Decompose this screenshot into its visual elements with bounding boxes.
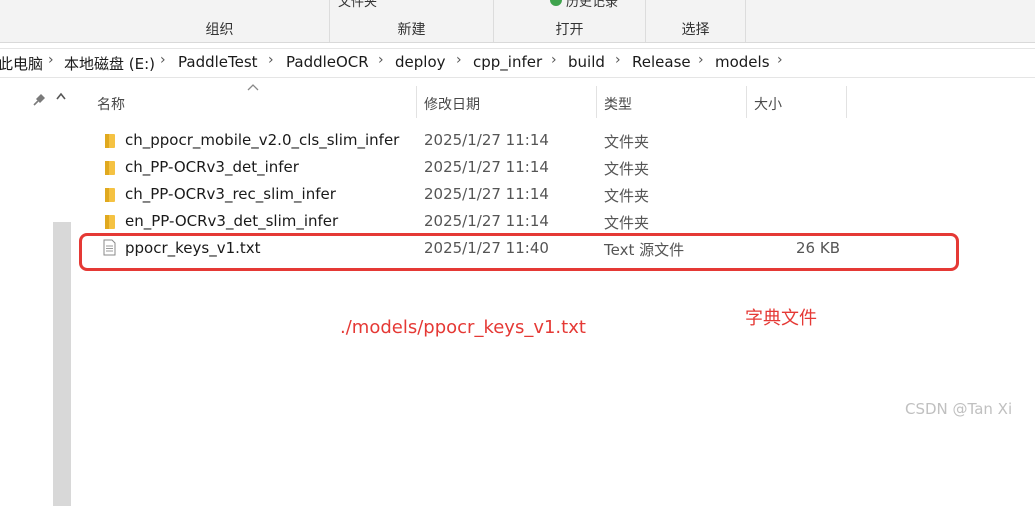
column-divider[interactable] — [596, 86, 597, 118]
breadcrumb-paddleocr[interactable]: PaddleOCR — [286, 53, 369, 71]
file-date: 2025/1/27 11:14 — [424, 212, 549, 230]
ribbon-group-open[interactable]: 历史记录 打开 — [494, 0, 646, 42]
file-type: 文件夹 — [604, 214, 650, 232]
file-date: 2025/1/27 11:14 — [424, 131, 549, 149]
ribbon-group-select[interactable]: 选择 — [646, 0, 746, 42]
sort-ascending-icon — [247, 84, 259, 91]
column-divider[interactable] — [416, 86, 417, 118]
address-bar[interactable]: 此电脑 › 本地磁盘 (E:) › PaddleTest › PaddleOCR… — [0, 48, 1035, 78]
navigation-pane[interactable] — [0, 78, 72, 506]
breadcrumb-separator[interactable]: › — [378, 52, 384, 68]
column-header-size[interactable]: 大小 — [754, 94, 782, 114]
file-row-cls-slim-infer[interactable]: ch_ppocr_mobile_v2.0_cls_slim_infer 2025… — [96, 127, 896, 154]
ribbon-group-organize[interactable]: 组织 — [110, 0, 330, 42]
breadcrumb-cpp-infer[interactable]: cpp_infer — [473, 53, 542, 71]
file-row-en-det-slim-infer[interactable]: en_PP-OCRv3_det_slim_infer 2025/1/27 11:… — [96, 208, 896, 235]
breadcrumb-drive[interactable]: 本地磁盘 (E:) — [64, 53, 155, 74]
breadcrumb-separator[interactable]: › — [615, 52, 621, 68]
breadcrumb-separator[interactable]: › — [456, 52, 462, 68]
scroll-up-arrow-icon[interactable] — [56, 92, 66, 100]
file-date: 2025/1/27 11:14 — [424, 158, 549, 176]
file-date: 2025/1/27 11:14 — [424, 185, 549, 203]
ribbon-group-label: 新建 — [397, 22, 426, 38]
file-name: ch_PP-OCRv3_rec_slim_infer — [125, 185, 336, 203]
ribbon-group-new[interactable]: 文件夹 新建 — [330, 0, 494, 42]
column-header-name[interactable]: 名称 — [97, 94, 125, 114]
ribbon-group-label: 打开 — [555, 22, 584, 38]
breadcrumb-separator[interactable]: › — [268, 52, 274, 68]
history-label[interactable]: 历史记录 — [566, 0, 618, 10]
breadcrumb-models[interactable]: models — [715, 53, 770, 71]
breadcrumb-release[interactable]: Release — [632, 53, 691, 71]
folder-icon — [105, 215, 115, 229]
breadcrumb-separator[interactable]: › — [777, 52, 783, 68]
column-divider[interactable] — [746, 86, 747, 118]
folder-icon — [105, 134, 115, 148]
breadcrumb-this-pc[interactable]: 此电脑 — [0, 53, 43, 74]
breadcrumb-deploy[interactable]: deploy — [395, 53, 446, 71]
file-name: en_PP-OCRv3_det_slim_infer — [125, 212, 339, 230]
breadcrumb-build[interactable]: build — [568, 53, 605, 71]
breadcrumb-separator[interactable]: › — [551, 52, 557, 68]
file-type: 文件夹 — [604, 160, 650, 178]
folder-icon — [105, 188, 115, 202]
ribbon: 组织 文件夹 新建 历史记录 打开 选择 — [0, 0, 1035, 43]
breadcrumb-separator[interactable]: › — [698, 52, 704, 68]
new-folder-label[interactable]: 文件夹 — [338, 0, 377, 10]
breadcrumb-separator[interactable]: › — [160, 52, 166, 68]
breadcrumb-paddletest[interactable]: PaddleTest — [178, 53, 258, 71]
highlight-box — [79, 233, 959, 271]
annotation-dict-label: 字典文件 — [745, 308, 817, 329]
folder-icon — [105, 161, 115, 175]
file-name: ch_PP-OCRv3_det_infer — [125, 158, 299, 176]
ribbon-group-label: 选择 — [681, 22, 710, 38]
file-row-rec-slim-infer[interactable]: ch_PP-OCRv3_rec_slim_infer 2025/1/27 11:… — [96, 181, 896, 208]
annotation-path-text: ./models/ppocr_keys_v1.txt — [340, 317, 586, 338]
file-name: ch_ppocr_mobile_v2.0_cls_slim_infer — [125, 131, 400, 149]
column-header-type[interactable]: 类型 — [604, 94, 632, 114]
history-icon — [550, 0, 562, 6]
ribbon-group-label: 组织 — [205, 22, 234, 38]
column-divider[interactable] — [846, 86, 847, 118]
watermark: CSDN @Tan Xi — [905, 400, 1013, 418]
column-header-date[interactable]: 修改日期 — [424, 94, 480, 114]
pin-icon[interactable] — [33, 92, 47, 106]
nav-scrollbar[interactable] — [53, 222, 71, 506]
file-row-det-infer[interactable]: ch_PP-OCRv3_det_infer 2025/1/27 11:14 文件… — [96, 154, 896, 181]
file-type: 文件夹 — [604, 133, 650, 151]
file-type: 文件夹 — [604, 187, 650, 205]
breadcrumb-separator[interactable]: › — [48, 52, 54, 68]
